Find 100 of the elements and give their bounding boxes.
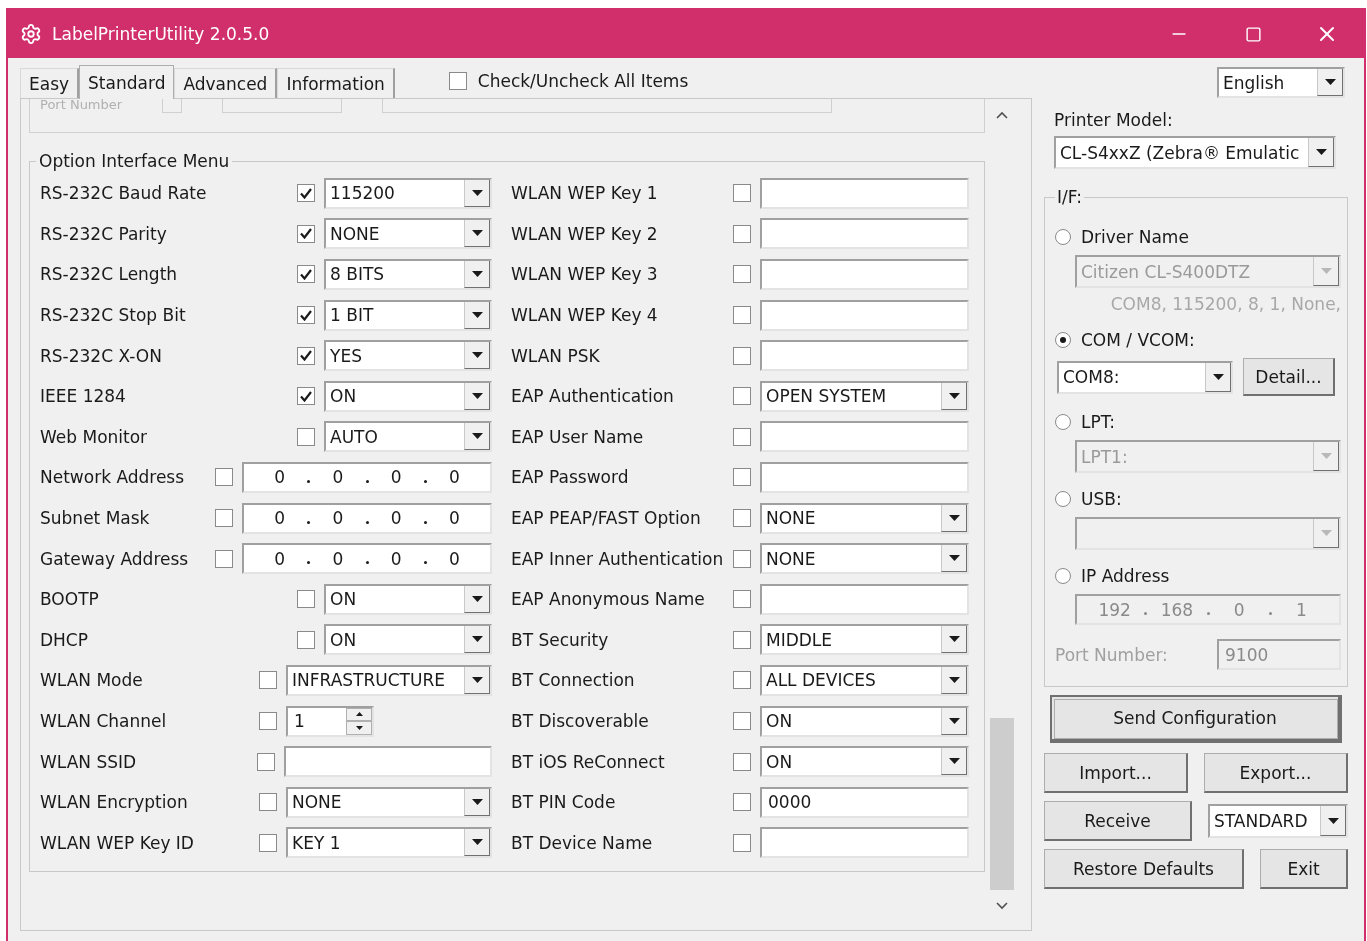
dropdown[interactable]: INFRASTRUCTURE [286, 664, 492, 696]
dropdown[interactable]: ON [324, 380, 492, 412]
checkmark-icon [300, 228, 312, 240]
option-label: EAP Password [511, 467, 630, 488]
checkbox[interactable] [733, 671, 751, 690]
checkbox[interactable] [259, 712, 277, 730]
checkbox[interactable] [733, 752, 751, 771]
text-field[interactable] [284, 746, 492, 778]
checkmark-icon [300, 309, 312, 321]
text-field[interactable] [760, 218, 969, 250]
send-configuration-button[interactable]: Send Configuration [1050, 695, 1342, 743]
dropdown[interactable]: 115200 [324, 177, 492, 209]
dropdown[interactable]: YES [324, 340, 492, 372]
checkbox[interactable] [297, 184, 315, 203]
language-dropdown[interactable]: English [1217, 67, 1345, 98]
export-button[interactable]: Export... [1204, 753, 1348, 793]
caret-icon [471, 676, 483, 683]
spin-field[interactable]: 1 [286, 705, 374, 737]
dropdown[interactable]: NONE [760, 543, 969, 575]
checkbox[interactable] [297, 427, 315, 446]
caret-icon [1327, 817, 1339, 824]
checkbox[interactable] [733, 387, 751, 406]
checkbox[interactable] [297, 387, 315, 406]
checkbox[interactable] [733, 712, 751, 730]
checkbox[interactable] [259, 793, 277, 812]
mode-dropdown[interactable]: STANDARD [1208, 804, 1348, 838]
dropdown[interactable]: ON [324, 624, 492, 656]
dropdown[interactable]: MIDDLE [760, 624, 969, 656]
import-button[interactable]: Import... [1044, 753, 1188, 793]
text-field[interactable] [760, 421, 969, 453]
checkbox[interactable] [297, 306, 315, 325]
maximize-icon[interactable] [1244, 25, 1262, 43]
dropdown[interactable]: NONE [760, 502, 969, 534]
detail-button[interactable]: Detail... [1243, 358, 1335, 396]
checkbox[interactable] [448, 72, 467, 90]
dropdown[interactable]: NONE [324, 218, 492, 250]
receive-button[interactable]: Receive [1044, 801, 1192, 841]
ip-address-field[interactable]: 0 0 0 0 [242, 543, 492, 575]
checkbox[interactable] [297, 224, 315, 243]
checkbox[interactable] [215, 468, 233, 487]
checkbox[interactable] [733, 265, 751, 284]
input-field[interactable] [222, 99, 343, 113]
dropdown[interactable]: 8 BITS [324, 259, 492, 290]
text-field[interactable] [760, 299, 969, 331]
input-field[interactable] [382, 99, 833, 113]
checkbox[interactable] [259, 671, 277, 690]
restore-defaults-button[interactable]: Restore Defaults [1044, 849, 1244, 889]
caret-icon [948, 636, 960, 643]
checkmark-icon [300, 269, 312, 280]
checkbox[interactable] [257, 752, 275, 771]
checkbox[interactable] [733, 346, 751, 365]
text-field[interactable] [760, 583, 969, 615]
text-field[interactable] [760, 340, 969, 372]
checkbox[interactable] [215, 549, 233, 568]
printer-model-dropdown[interactable]: CL-S4xxZ (Zebra® Emulatic [1054, 136, 1336, 169]
checkbox[interactable] [297, 590, 315, 609]
checkbox[interactable] [733, 427, 751, 446]
text-field[interactable] [760, 259, 969, 290]
checkbox[interactable] [297, 346, 315, 365]
dropdown[interactable]: ON [324, 583, 492, 615]
checkbox[interactable] [733, 184, 751, 203]
checkbox[interactable] [733, 509, 751, 528]
ip-octet: 0 [389, 508, 403, 529]
text-field[interactable] [760, 177, 969, 209]
tab[interactable]: Information [277, 68, 395, 98]
option-label: Web Monitor [40, 426, 149, 447]
checkbox[interactable] [733, 306, 751, 325]
checkbox[interactable] [733, 549, 751, 568]
dropdown[interactable]: NONE [286, 786, 492, 818]
checkbox[interactable] [733, 468, 751, 487]
dropdown[interactable]: ON [760, 705, 969, 737]
dropdown[interactable]: COM8: [1057, 360, 1233, 394]
checkbox[interactable] [733, 590, 751, 609]
text-field[interactable] [760, 461, 969, 493]
text-field[interactable]: 0000 [760, 786, 969, 818]
tab[interactable]: Easy [20, 68, 80, 98]
checkbox[interactable] [215, 509, 233, 528]
checkbox[interactable] [259, 833, 277, 852]
checkbox[interactable] [297, 630, 315, 649]
text-field[interactable] [760, 827, 969, 859]
ip-address-field[interactable]: 0 0 0 0 [242, 461, 492, 493]
tab[interactable]: Standard [79, 65, 175, 99]
dropdown[interactable]: 1 BIT [324, 299, 492, 331]
checkbox[interactable] [733, 833, 751, 852]
dropdown[interactable]: OPEN SYSTEM [760, 380, 969, 412]
checkbox[interactable] [733, 793, 751, 812]
tab[interactable]: Advanced [174, 68, 278, 98]
checkbox[interactable] [733, 224, 751, 243]
dropdown[interactable]: ALL DEVICES [760, 664, 969, 696]
exit-button[interactable]: Exit [1260, 849, 1348, 889]
checkbox[interactable] [297, 265, 315, 284]
scrollbar-thumb[interactable] [990, 718, 1014, 890]
dropdown[interactable]: ON [760, 746, 969, 778]
port-settings-note: COM8, 115200, 8, 1, None, [1110, 294, 1341, 314]
checkbox[interactable] [733, 630, 751, 649]
ip-address-field[interactable]: 0 0 0 0 [242, 502, 492, 534]
checkmark-icon [300, 350, 312, 362]
radio-button[interactable] [1055, 332, 1071, 348]
dropdown[interactable]: KEY 1 [286, 827, 492, 859]
dropdown[interactable]: AUTO [324, 421, 492, 453]
